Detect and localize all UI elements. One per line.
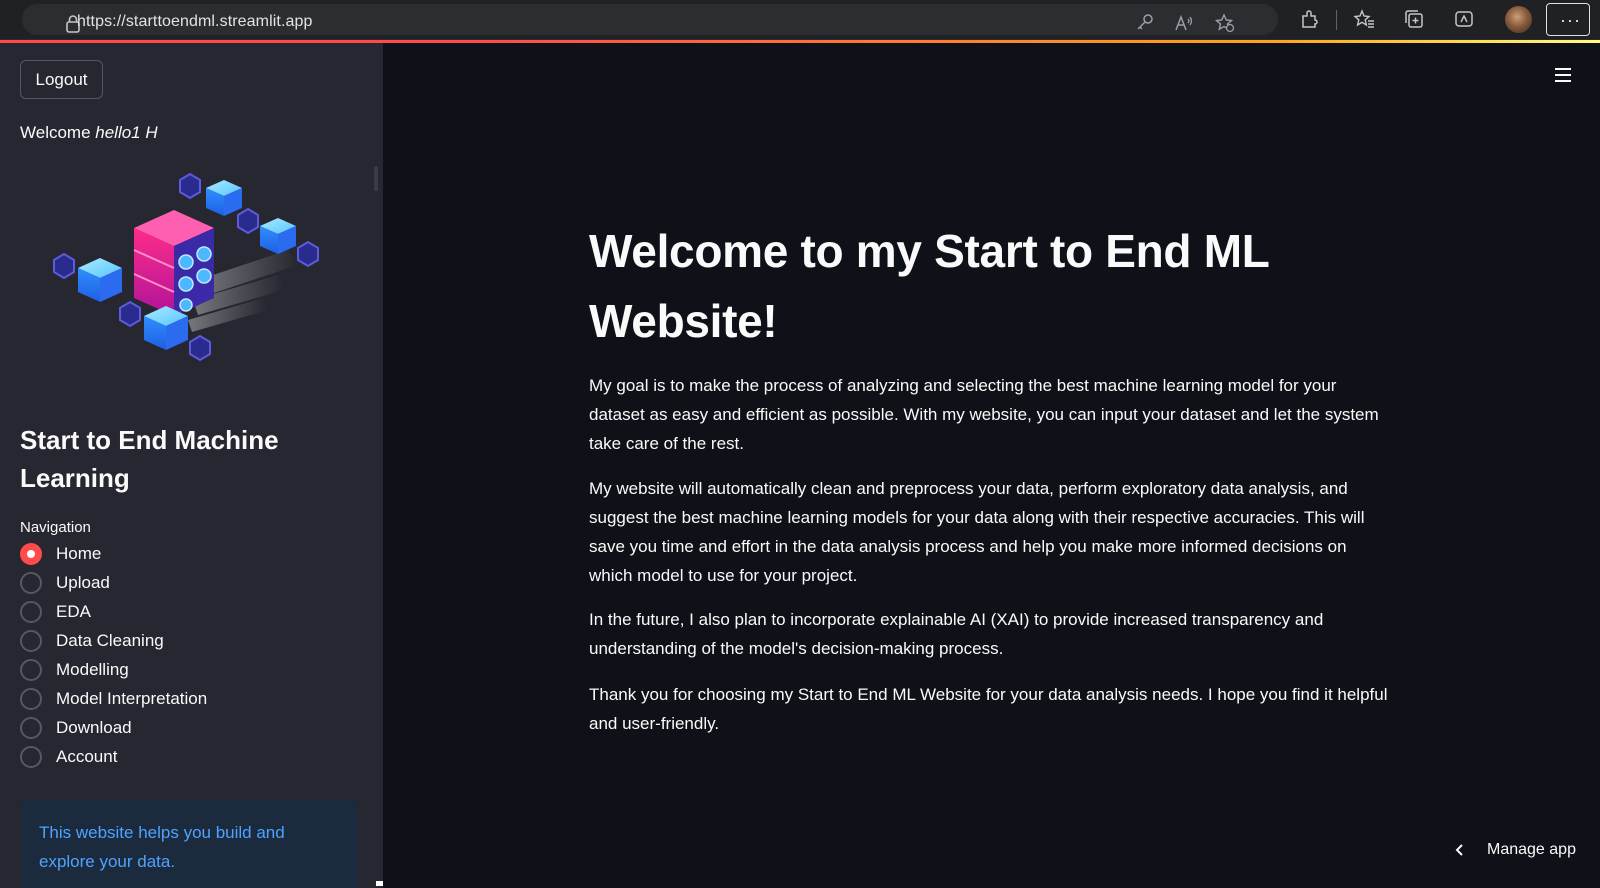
nav-item-modelling[interactable]: Modelling	[20, 655, 207, 684]
collections-icon[interactable]	[1403, 8, 1425, 30]
navigation-label: Navigation	[20, 519, 91, 536]
browser-essentials-icon[interactable]	[1453, 8, 1475, 30]
nav-item-label[interactable]: Model Interpretation	[56, 689, 207, 709]
manage-app-label[interactable]: Manage app	[1487, 841, 1576, 859]
favorites-icon[interactable]	[1353, 8, 1375, 30]
nav-item-account[interactable]: Account	[20, 742, 207, 771]
radio-icon[interactable]	[20, 716, 42, 739]
navigation-radio-group: Home Upload EDA Data Cleaning Modelling …	[20, 539, 207, 771]
url-text[interactable]: https://starttoendml.streamlit.app	[77, 13, 313, 31]
more-icon: ···	[1560, 10, 1581, 30]
nav-item-label[interactable]: Home	[56, 544, 101, 564]
address-bar[interactable]: https://starttoendml.streamlit.app	[22, 4, 1278, 35]
nav-item-data-cleaning[interactable]: Data Cleaning	[20, 626, 207, 655]
sidebar-title: Start to End Machine Learning	[20, 425, 279, 493]
sidebar-resize-handle[interactable]	[376, 881, 383, 886]
radio-icon[interactable]	[20, 629, 42, 652]
hamburger-menu-icon[interactable]	[1553, 65, 1573, 85]
logout-button[interactable]: Logout	[20, 60, 103, 99]
toolbar-divider	[1336, 10, 1337, 30]
radio-icon[interactable]	[20, 658, 42, 681]
profile-avatar[interactable]	[1505, 6, 1532, 33]
radio-selected-icon[interactable]	[20, 542, 42, 565]
page-title: Welcome to my Start to End ML Website!	[589, 225, 1269, 347]
nav-item-home[interactable]: Home	[20, 539, 207, 568]
more-menu-button[interactable]: ···	[1546, 3, 1590, 36]
nav-item-label[interactable]: Account	[56, 747, 117, 767]
nav-item-label[interactable]: EDA	[56, 602, 91, 622]
main-content: Welcome to my Start to End ML Website! M…	[383, 43, 1600, 888]
read-aloud-icon[interactable]	[1174, 13, 1194, 33]
future-plans-paragraph: In the future, I also plan to incorporat…	[589, 610, 1324, 658]
nav-item-model-interpretation[interactable]: Model Interpretation	[20, 684, 207, 713]
nav-item-upload[interactable]: Upload	[20, 568, 207, 597]
welcome-prefix: Welcome	[20, 123, 96, 142]
radio-icon[interactable]	[20, 600, 42, 623]
info-alert-text: This website helps you build and explore…	[39, 823, 285, 871]
radio-icon[interactable]	[20, 571, 42, 594]
sidebar-scrollbar[interactable]	[374, 166, 378, 191]
chevron-left-icon	[1455, 844, 1463, 856]
nav-item-label[interactable]: Data Cleaning	[56, 631, 164, 651]
extensions-icon[interactable]	[1298, 8, 1320, 30]
favorite-add-icon[interactable]	[1215, 13, 1235, 33]
sidebar: Logout Welcome hello1 H Start to End Mac…	[0, 43, 383, 888]
info-alert: This website helps you build and explore…	[20, 800, 358, 888]
radio-icon[interactable]	[20, 687, 42, 710]
browser-toolbar: https://starttoendml.streamlit.app ···	[0, 0, 1600, 40]
radio-icon[interactable]	[20, 745, 42, 768]
key-icon[interactable]	[1135, 13, 1155, 33]
nav-item-eda[interactable]: EDA	[20, 597, 207, 626]
manage-app-button[interactable]: Manage app	[1453, 838, 1576, 862]
nav-item-label[interactable]: Upload	[56, 573, 110, 593]
welcome-message: Welcome hello1 H	[20, 123, 158, 143]
features-paragraph: My website will automatically clean and …	[589, 479, 1365, 585]
nav-item-download[interactable]: Download	[20, 713, 207, 742]
nav-item-label[interactable]: Modelling	[56, 660, 129, 680]
nav-item-label[interactable]: Download	[56, 718, 132, 738]
intro-paragraph: My goal is to make the process of analyz…	[589, 376, 1379, 453]
welcome-username: hello1 H	[95, 123, 158, 142]
thank-you-paragraph: Thank you for choosing my Start to End M…	[589, 685, 1388, 733]
isometric-data-illustration	[53, 172, 319, 362]
